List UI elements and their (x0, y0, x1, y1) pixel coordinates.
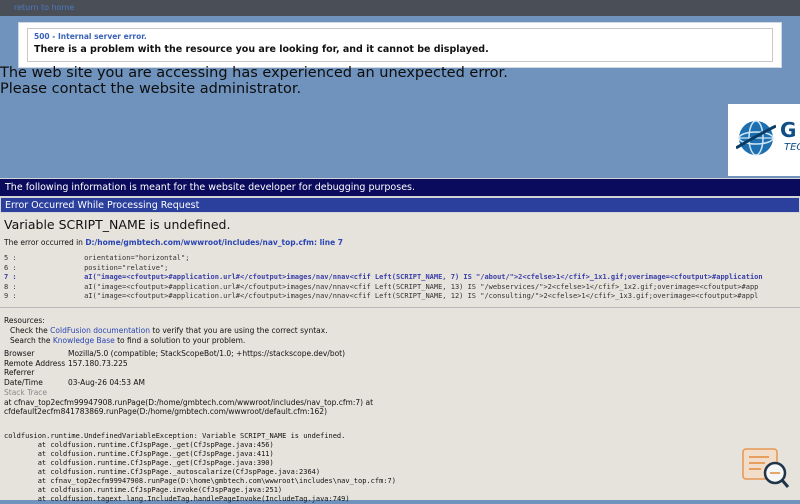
search-widget-icon[interactable] (741, 447, 791, 491)
trace-line: at coldfusion.runtime.CfJspPage._get(CfJ… (4, 450, 274, 458)
resources-text: to verify that you are using the correct… (150, 326, 328, 335)
stack-trace-line: at cfnav_top2ecfm99947908.runPage(D:/hom… (4, 397, 374, 407)
code-line-highlighted: 7 : aI("image=<cfoutput>#application.url… (4, 273, 763, 283)
trace-line: coldfusion.runtime.UndefinedVariableExce… (4, 432, 346, 440)
error-location-prefix: The error occurred in (4, 238, 86, 247)
code-line: 9 : aI("image=<cfoutput>#application.url… (4, 292, 763, 302)
code-line: 8 : aI("image=<cfoutput>#application.url… (4, 283, 763, 293)
info-value: 03-Aug-26 04:53 AM (68, 377, 145, 387)
line-number: 5 : (4, 254, 17, 262)
info-value: 157.180.73.225 (68, 358, 128, 368)
stack-trace-label: Stack Trace (4, 388, 48, 397)
info-key: Referrer (4, 368, 35, 377)
error-code: 500 - Internal server error. (34, 32, 147, 41)
code-text: position="relative"; (16, 263, 169, 272)
resources-text: Check the (10, 326, 51, 335)
java-stack-trace: coldfusion.runtime.UndefinedVariableExce… (4, 432, 396, 504)
stack-trace-line: cfdefault2ecfm841783869.runPage(D:/home/… (4, 407, 327, 416)
code-text: aI("image=<cfoutput>#application.url#</c… (16, 282, 759, 291)
coldfusion-docs-link[interactable]: ColdFusion documentation (50, 326, 150, 335)
line-number: 9 : (4, 292, 17, 300)
info-row: Remote Address 157.180.73.225 (4, 359, 345, 369)
resources-line: Search the Knowledge Base to find a solu… (4, 336, 328, 346)
company-logo: G TECH (728, 104, 800, 176)
error-location: The error occurred in D:/home/gmbtech.co… (4, 238, 343, 247)
globe-icon (736, 120, 776, 156)
request-info: Browser Mozilla/5.0 (compatible; StackSco… (4, 349, 345, 387)
developer-info-bar: The following information is meant for t… (0, 178, 800, 197)
logo-subtext: TECH (784, 142, 800, 153)
info-row: Browser Mozilla/5.0 (compatible; StackSco… (4, 349, 345, 359)
info-key: Remote Address (4, 358, 66, 368)
line-number: 7 : (4, 273, 17, 281)
section-divider (0, 307, 800, 308)
trace-line: at coldfusion.runtime.CfJspPage._autosca… (4, 468, 321, 476)
code-excerpt: 5 : orientation="horizontal"; 6 : positio… (4, 254, 763, 302)
resources-title: Resources: (4, 316, 45, 325)
knowledge-base-link[interactable]: Knowledge Base (53, 336, 115, 345)
trace-line: at coldfusion.runtime.CfJspPage.invoke(C… (4, 486, 283, 494)
resources-text: Search the (10, 336, 53, 345)
code-text: orientation="horizontal"; (16, 254, 190, 262)
trace-line: at coldfusion.runtime.CfJspPage._get(CfJ… (4, 441, 274, 449)
code-line: 5 : orientation="horizontal"; (4, 254, 763, 264)
trace-line: at coldfusion.runtime.CfJspPage._get(CfJ… (4, 459, 274, 467)
site-message-line1: The web site you are accessing has exper… (0, 65, 508, 81)
resources-line: Check the ColdFusion documentation to ve… (4, 326, 328, 336)
code-text: aI("image=<cfoutput>#application.url#</c… (16, 292, 759, 300)
home-link[interactable]: return to home (14, 3, 74, 12)
error-box-container: 500 - Internal server error. There is a … (18, 22, 782, 68)
line-number: 6 : (4, 263, 17, 272)
error-message: There is a problem with the resource you… (34, 44, 489, 55)
info-key: Date/Time (4, 377, 43, 387)
line-number: 8 : (4, 282, 17, 291)
site-message-line2: Please contact the website administrator… (0, 81, 302, 97)
top-bar: return to home (0, 0, 800, 16)
error-box: 500 - Internal server error. There is a … (27, 28, 773, 62)
processing-error-text: Error Occurred While Processing Request (5, 200, 200, 211)
resources-section: Resources: Check the ColdFusion document… (4, 316, 328, 346)
info-key: Browser (4, 349, 35, 358)
variable-error-title: Variable SCRIPT_NAME is undefined. (4, 217, 231, 232)
trace-line: at cfnav_top2ecfm99947908.runPage(D:\hom… (4, 477, 396, 485)
resources-text: to find a solution to your problem. (114, 336, 246, 345)
developer-info-text: The following information is meant for t… (5, 182, 416, 193)
code-line: 6 : position="relative"; (4, 264, 763, 274)
processing-error-bar: Error Occurred While Processing Request (0, 197, 800, 213)
info-row: Date/Time 03-Aug-26 04:53 AM (4, 378, 345, 388)
info-row: Referrer (4, 368, 345, 378)
stack-trace-section: Stack Trace at cfnav_top2ecfm99947908.ru… (4, 388, 373, 417)
site-error-message: The web site you are accessing has exper… (0, 65, 508, 97)
code-text: aI("image=<cfoutput>#application.url#</c… (16, 273, 763, 281)
info-value: Mozilla/5.0 (compatible; StackScopeBot/1… (68, 349, 346, 358)
logo-letter: G (780, 118, 797, 142)
error-file-link[interactable]: D:/home/gmbtech.com/wwwroot/includes/nav… (85, 238, 343, 247)
